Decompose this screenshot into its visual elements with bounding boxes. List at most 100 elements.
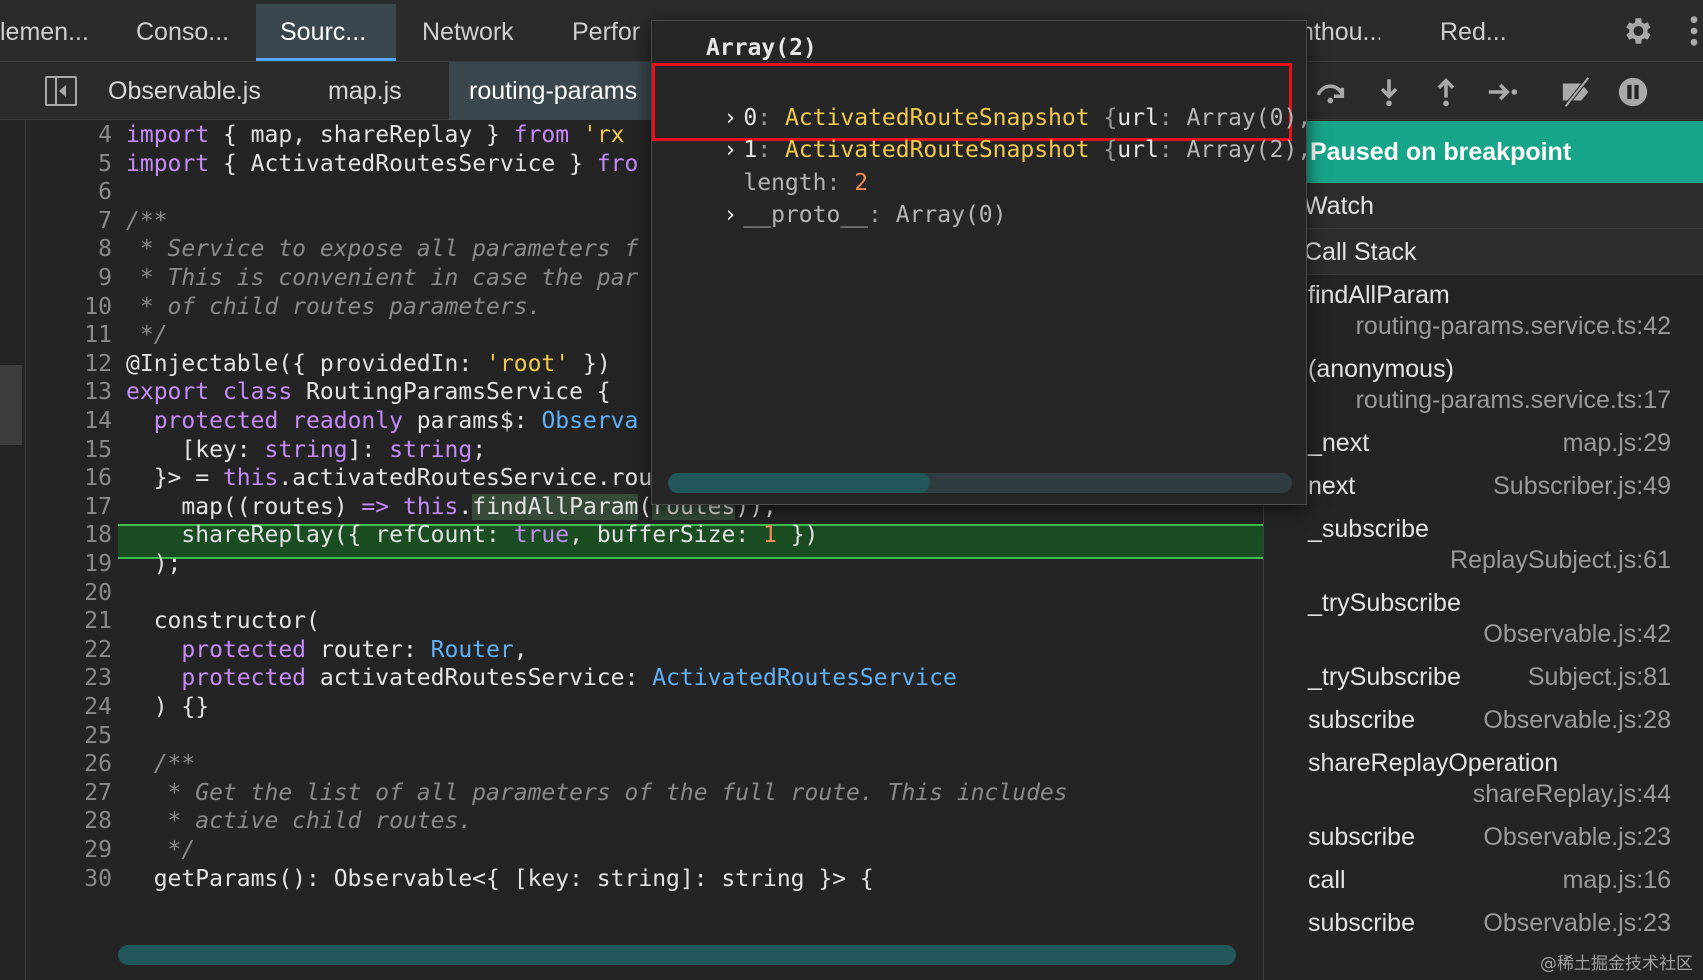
line-number[interactable]: 21	[26, 606, 112, 637]
toggle-navigator-icon[interactable]	[45, 76, 77, 106]
call-frame-location[interactable]: ReplaySubject.js:61	[1450, 546, 1671, 575]
call-frame[interactable]: (anonymous) routing-params.service.ts:17	[1264, 349, 1703, 423]
left-gutter-strip	[0, 120, 26, 980]
line-number[interactable]: 25	[26, 721, 112, 752]
line-number[interactable]: 24	[26, 692, 112, 723]
code-line[interactable]: 26 /**	[26, 749, 1263, 780]
step-into-icon[interactable]	[1372, 75, 1406, 109]
array-item-0[interactable]: › 0: ActivatedRouteSnapshot {url: Array(0…	[668, 67, 1311, 131]
code-line[interactable]: 27 * Get the list of all parameters of t…	[26, 778, 1263, 809]
tab-lighthouse[interactable]: nthou...	[1300, 4, 1380, 61]
tab-sources[interactable]: Sourc...	[256, 4, 396, 61]
more-options-icon[interactable]	[1685, 14, 1703, 48]
call-frame-location[interactable]: routing-params.service.ts:42	[1356, 312, 1671, 341]
call-frame-location[interactable]: Observable.js:42	[1483, 620, 1671, 649]
line-number[interactable]: 19	[26, 549, 112, 580]
code-text: * active child routes.	[126, 808, 473, 835]
call-frame-location[interactable]: Subscriber.js:49	[1493, 472, 1671, 501]
code-text: getParams(): Observable<{ [key: string]:…	[126, 865, 874, 892]
call-frame-location[interactable]: Observable.js:28	[1483, 706, 1671, 735]
code-text: constructor(	[126, 608, 320, 635]
call-frame[interactable]: subscribe Observable.js:28	[1264, 700, 1703, 743]
line-number[interactable]: 12	[26, 349, 112, 380]
step-out-icon[interactable]	[1429, 75, 1463, 109]
code-line[interactable]: 18 shareReplay({ refCount: true, bufferS…	[26, 520, 1263, 551]
line-number[interactable]: 7	[26, 206, 112, 237]
file-tab-map[interactable]: map.js	[328, 62, 428, 120]
editor-horizontal-scrollbar[interactable]	[118, 945, 1236, 965]
array-proto-row[interactable]: › __proto__: Array(0)	[668, 164, 1006, 228]
array-item-1[interactable]: › 1: ActivatedRouteSnapshot {url: Array(2…	[668, 99, 1311, 163]
code-line[interactable]: 30 getParams(): Observable<{ [key: strin…	[26, 864, 1263, 895]
file-tab-routing-params[interactable]: routing-params	[449, 62, 654, 120]
file-tab-observable[interactable]: Observable.js	[108, 62, 278, 120]
line-number[interactable]: 16	[26, 463, 112, 494]
array-length-row: length: 2	[743, 170, 869, 196]
line-number[interactable]: 15	[26, 435, 112, 466]
line-number[interactable]: 26	[26, 749, 112, 780]
call-frame-location[interactable]: Subject.js:81	[1528, 663, 1671, 692]
line-number[interactable]: 20	[26, 578, 112, 609]
line-number[interactable]: 28	[26, 806, 112, 837]
variable-preview-popover: Array(2) › 0: ActivatedRouteSnapshot {url…	[651, 20, 1311, 505]
call-frame[interactable]: findAllParam routing-params.service.ts:42	[1264, 275, 1703, 349]
line-number[interactable]: 11	[26, 320, 112, 351]
line-number[interactable]: 27	[26, 778, 112, 809]
code-line[interactable]: 28 * active child routes.	[26, 806, 1263, 837]
call-frame[interactable]: shareReplayOperation shareReplay.js:44	[1264, 743, 1703, 817]
code-line[interactable]: 21 constructor(	[26, 606, 1263, 637]
line-number[interactable]: 5	[26, 149, 112, 180]
line-number[interactable]: 17	[26, 492, 112, 523]
line-number[interactable]: 8	[26, 234, 112, 265]
call-frame-location[interactable]: shareReplay.js:44	[1473, 780, 1671, 809]
line-number[interactable]: 9	[26, 263, 112, 294]
line-number[interactable]: 10	[26, 292, 112, 323]
line-number[interactable]: 29	[26, 835, 112, 866]
call-frame-location[interactable]: map.js:16	[1563, 866, 1671, 895]
call-frame[interactable]: _subscribe ReplaySubject.js:61	[1264, 509, 1703, 583]
line-number[interactable]: 22	[26, 635, 112, 666]
code-text: @Injectable({ providedIn: 'root' })	[126, 350, 611, 377]
call-frame[interactable]: subscribe Observable.js:23	[1264, 817, 1703, 860]
call-stack-section-header[interactable]: Call Stack	[1264, 229, 1703, 275]
tab-elements[interactable]: lemen...	[0, 4, 105, 61]
call-frame-location[interactable]: Observable.js:23	[1483, 909, 1671, 938]
step-icon[interactable]	[1486, 75, 1520, 109]
deactivate-breakpoints-icon[interactable]	[1560, 75, 1594, 109]
line-number[interactable]: 18	[26, 520, 112, 551]
call-frame[interactable]: _next map.js:29	[1264, 423, 1703, 466]
settings-gear-icon[interactable]	[1620, 14, 1654, 48]
tab-performance[interactable]: Perfor	[572, 4, 652, 61]
line-number[interactable]: 30	[26, 864, 112, 895]
call-frame-location[interactable]: routing-params.service.ts:17	[1356, 386, 1671, 415]
expand-arrow-icon[interactable]: ›	[723, 198, 743, 232]
line-number[interactable]: 6	[26, 177, 112, 208]
call-frame[interactable]: _trySubscribe Observable.js:42	[1264, 583, 1703, 657]
tab-redux[interactable]: Red...	[1440, 4, 1530, 61]
code-line[interactable]: 29 */	[26, 835, 1263, 866]
line-number[interactable]: 13	[26, 377, 112, 408]
pause-on-exceptions-icon[interactable]	[1616, 75, 1650, 109]
navigator-scroll-thumb[interactable]	[0, 365, 22, 445]
call-frame[interactable]: next Subscriber.js:49	[1264, 466, 1703, 509]
line-number[interactable]: 23	[26, 663, 112, 694]
line-number[interactable]: 4	[26, 120, 112, 151]
tab-console[interactable]: Conso...	[136, 4, 246, 61]
code-line[interactable]: 22 protected router: Router,	[26, 635, 1263, 666]
code-line[interactable]: 19 );	[26, 549, 1263, 580]
code-line[interactable]: 23 protected activatedRoutesService: Act…	[26, 663, 1263, 694]
call-frame[interactable]: subscribe Observable.js:23	[1264, 903, 1703, 946]
item-preview-key: url	[1117, 137, 1159, 163]
call-frame[interactable]: call map.js:16	[1264, 860, 1703, 903]
call-frame-location[interactable]: map.js:29	[1563, 429, 1671, 458]
watch-section-header[interactable]: Watch	[1264, 183, 1703, 229]
line-number[interactable]: 14	[26, 406, 112, 437]
popover-scroll-thumb[interactable]	[668, 473, 930, 493]
call-frame[interactable]: _trySubscribe Subject.js:81	[1264, 657, 1703, 700]
code-line[interactable]: 25	[26, 721, 1263, 752]
code-line[interactable]: 24 ) {}	[26, 692, 1263, 723]
code-line[interactable]: 20	[26, 578, 1263, 609]
tab-network[interactable]: Network	[422, 4, 532, 61]
call-frame-location[interactable]: Observable.js:23	[1483, 823, 1671, 852]
step-over-icon[interactable]	[1314, 75, 1348, 109]
